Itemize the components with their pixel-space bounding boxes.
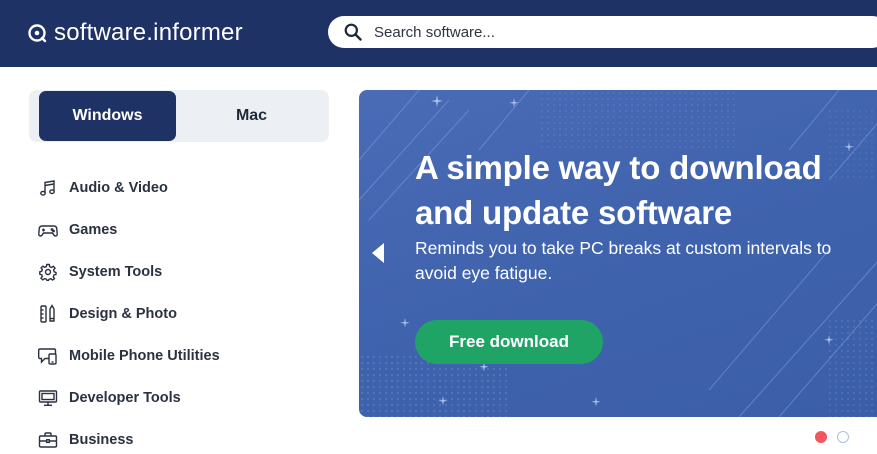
top-header: software.informer — [0, 0, 877, 67]
promo-banner: A simple way to download and update soft… — [359, 90, 877, 417]
category-games[interactable]: Games — [38, 209, 298, 251]
logo-icon — [27, 22, 49, 44]
search-bar[interactable] — [328, 16, 877, 48]
category-label: Developer Tools — [69, 390, 181, 406]
carousel-indicators — [815, 431, 859, 443]
category-business[interactable]: Business — [38, 419, 298, 454]
gamepad-icon — [38, 220, 58, 240]
category-design-photo[interactable]: Design & Photo — [38, 293, 298, 335]
category-label: Business — [69, 432, 134, 448]
search-input[interactable] — [374, 16, 854, 48]
free-download-button[interactable]: Free download — [415, 320, 603, 364]
category-label: System Tools — [69, 264, 163, 280]
category-label: Games — [69, 222, 118, 238]
monitor-icon — [38, 388, 58, 408]
category-system-tools[interactable]: System Tools — [38, 251, 298, 293]
site-logo[interactable]: software.informer — [27, 18, 243, 48]
search-icon[interactable] — [344, 23, 362, 41]
music-note-icon — [38, 178, 58, 198]
carousel-dot-2[interactable] — [837, 431, 849, 443]
carousel-dot-1[interactable] — [815, 431, 827, 443]
design-tools-icon — [38, 304, 58, 324]
briefcase-icon — [38, 430, 58, 450]
mobile-chat-icon — [38, 346, 58, 366]
category-label: Design & Photo — [69, 306, 177, 322]
category-label: Audio & Video — [69, 180, 168, 196]
banner-description: Reminds you to take PC breaks at custom … — [415, 238, 832, 283]
banner-title: A simple way to download and update soft… — [415, 149, 822, 231]
category-label: Mobile Phone Utilities — [69, 348, 220, 364]
category-mobile-phone-utilities[interactable]: Mobile Phone Utilities — [38, 335, 298, 377]
mac-tab[interactable]: Mac — [179, 92, 324, 140]
category-developer-tools[interactable]: Developer Tools — [38, 377, 298, 419]
os-toggle: Windows Mac — [29, 90, 329, 142]
windows-tab[interactable]: Windows — [39, 91, 176, 141]
banner-prev-arrow-icon[interactable] — [368, 240, 388, 266]
gear-icon — [38, 262, 58, 282]
logo-text: software.informer — [54, 19, 243, 46]
category-audio-video[interactable]: Audio & Video — [38, 167, 298, 209]
